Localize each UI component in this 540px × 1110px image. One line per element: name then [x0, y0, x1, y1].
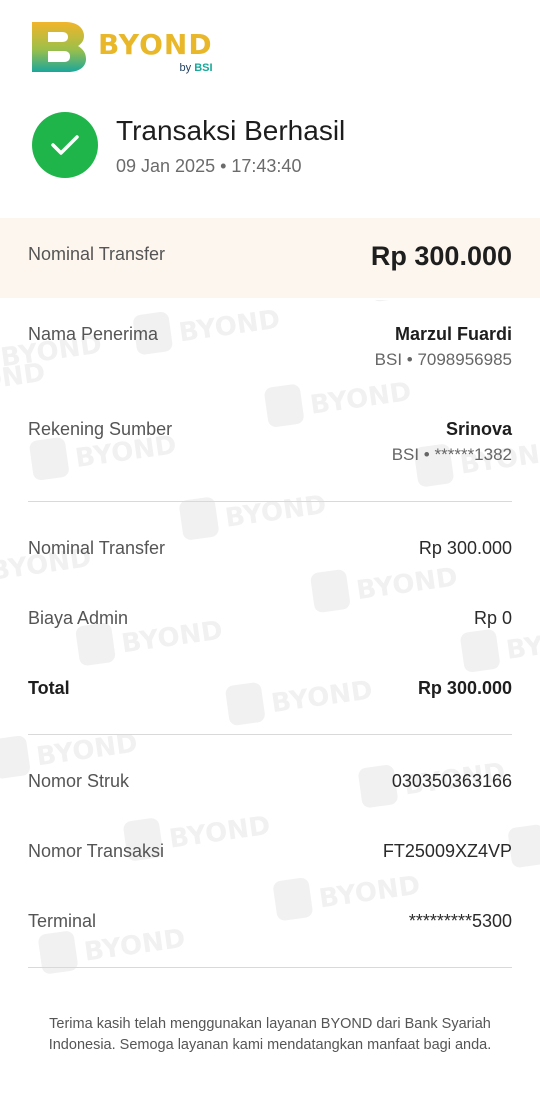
- transaction-datetime: 09 Jan 2025 • 17:43:40: [116, 155, 302, 176]
- reference-value: FT25009XZ4VP: [382, 841, 512, 861]
- recipient-name: Marzul Fuardi: [394, 324, 512, 344]
- total-row: Total Rp 300.000: [28, 677, 512, 699]
- success-badge: [32, 112, 98, 178]
- divider: [28, 501, 512, 502]
- brand-by-bsi: by BSI: [179, 62, 213, 74]
- reference-label: Nomor Struk: [28, 771, 130, 791]
- breakdown-row: Biaya Admin Rp 0: [28, 607, 512, 629]
- total-label: Total: [28, 678, 70, 698]
- byond-logo-icon: [32, 22, 86, 72]
- reference-row: Nomor Struk 030350363166: [28, 770, 512, 792]
- breakdown-label: Nominal Transfer: [28, 538, 166, 558]
- recipient-info: Marzul Fuardi BSI • 7098956985: [375, 323, 512, 371]
- reference-label: Nomor Transaksi: [28, 841, 165, 861]
- source-info: Srinova BSI • ******1382: [392, 418, 512, 466]
- breakdown-value: Rp 300.000: [418, 538, 512, 558]
- brand-name: BYOND: [98, 28, 213, 61]
- source-account-row: Rekening Sumber Srinova BSI • ******1382: [28, 418, 512, 466]
- source-label: Rekening Sumber: [28, 419, 173, 439]
- divider: [28, 967, 512, 968]
- source-account: BSI • ******1382: [391, 445, 512, 464]
- brand-header: BYOND by BSI: [32, 22, 213, 82]
- summary-amount-label: Nominal Transfer: [28, 244, 166, 264]
- footer-message: Terima kasih telah menggunakan layanan B…: [48, 1016, 492, 1053]
- source-name: Srinova: [445, 419, 512, 439]
- status-title: Transaksi Berhasil: [116, 114, 346, 146]
- reference-value: *********5300: [408, 911, 512, 931]
- nominal-transfer-summary: Nominal Transfer Rp 300.000: [28, 240, 512, 272]
- total-value: Rp 300.000: [417, 678, 512, 698]
- recipient-account: BSI • 7098956985: [374, 350, 512, 369]
- breakdown-row: Nominal Transfer Rp 300.000: [28, 537, 512, 559]
- breakdown-value: Rp 0: [473, 608, 512, 628]
- check-icon: [51, 135, 79, 155]
- recipient-row: Nama Penerima Marzul Fuardi BSI • 709895…: [28, 323, 512, 371]
- recipient-label: Nama Penerima: [28, 324, 159, 344]
- reference-label: Terminal: [28, 911, 97, 931]
- reference-row: Terminal *********5300: [28, 910, 512, 932]
- reference-value: 030350363166: [391, 771, 512, 791]
- reference-row: Nomor Transaksi FT25009XZ4VP: [28, 840, 512, 862]
- divider: [28, 734, 512, 735]
- breakdown-label: Biaya Admin: [28, 608, 129, 628]
- transaction-status: Transaksi Berhasil 09 Jan 2025 • 17:43:4…: [32, 112, 345, 178]
- summary-amount-value: Rp 300.000: [370, 241, 512, 271]
- watermark-pattern: BYOND: [0, 300, 540, 1000]
